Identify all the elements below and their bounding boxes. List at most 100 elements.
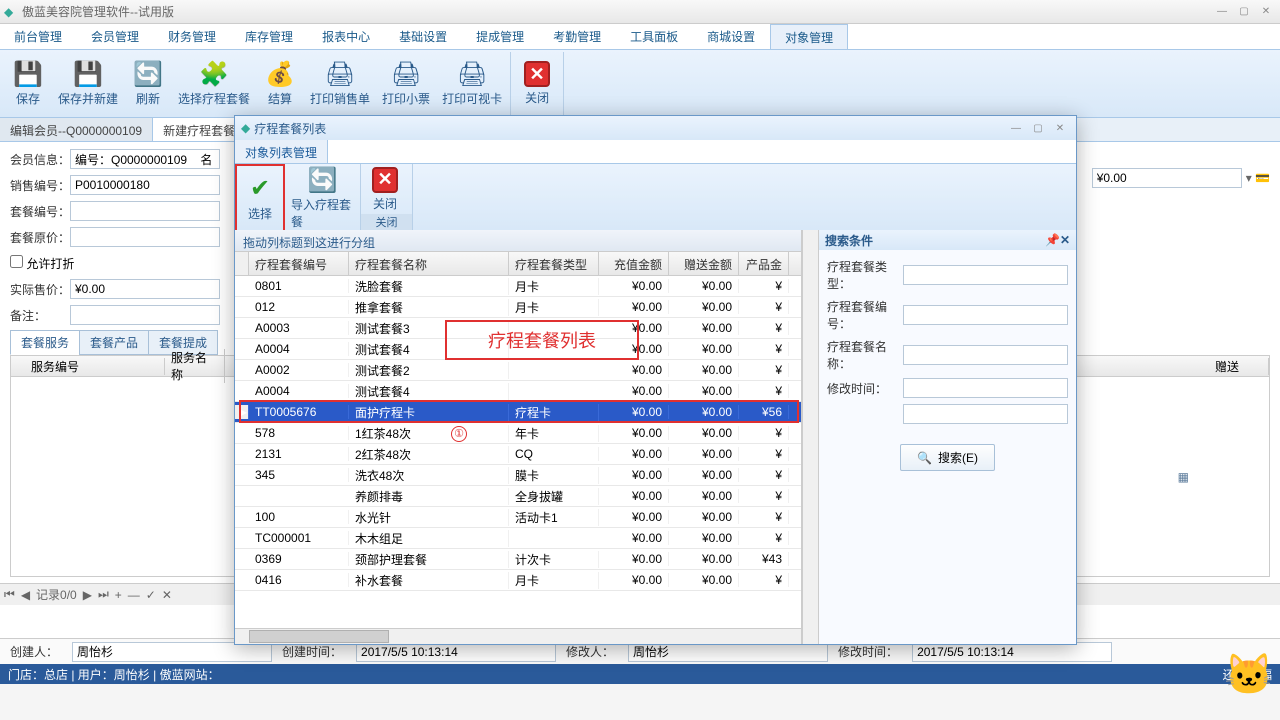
table-row[interactable]: ▸TT0005676面护疗程卡疗程卡¥0.00¥0.00¥56 xyxy=(235,402,801,423)
select-button[interactable]: ✔ 选择 xyxy=(235,164,285,232)
sale-no-field[interactable] xyxy=(70,175,220,195)
allow-discount-checkbox[interactable]: 允许打折 xyxy=(10,255,74,272)
tab-new-package[interactable]: 新建疗程套餐 xyxy=(153,118,246,141)
menu-8[interactable]: 工具面板 xyxy=(616,24,693,49)
table-row[interactable]: 0369颈部护理套餐计次卡¥0.00¥0.00¥43 xyxy=(235,549,801,570)
dialog-title: 疗程套餐列表 xyxy=(254,120,1006,137)
member-info-field[interactable] xyxy=(70,149,220,169)
sale-no-label: 销售编号： xyxy=(10,177,70,194)
table-row[interactable]: 养颜排毒全身拔罐¥0.00¥0.00¥ xyxy=(235,486,801,507)
dialog-icon: ◆ xyxy=(241,121,250,135)
toolbar-icon-5: 🖨 xyxy=(326,60,354,88)
menu-3[interactable]: 库存管理 xyxy=(231,24,308,49)
close-button[interactable]: ✕ 关闭 xyxy=(513,52,561,115)
col-package-type[interactable]: 疗程套餐类型 xyxy=(509,252,599,275)
search-no-input[interactable] xyxy=(903,305,1068,325)
toolbar-btn-4[interactable]: 💰结算 xyxy=(256,52,304,115)
package-no-field[interactable] xyxy=(70,201,220,221)
menu-2[interactable]: 财务管理 xyxy=(154,24,231,49)
toolbar-btn-0[interactable]: 💾保存 xyxy=(4,52,52,115)
annotation-circle-1: ① xyxy=(451,426,467,442)
tab-edit-member[interactable]: 编辑会员--Q0000000109 xyxy=(0,118,153,141)
table-row[interactable]: TC000001木木组足¥0.00¥0.00¥ xyxy=(235,528,801,549)
menu-4[interactable]: 报表中心 xyxy=(308,24,385,49)
dialog-close-icon[interactable]: ✕ xyxy=(1050,121,1070,135)
search-mtime-to[interactable] xyxy=(903,404,1068,424)
subtab-0[interactable]: 套餐服务 xyxy=(10,330,80,355)
nav-last-icon[interactable]: ⏭ xyxy=(98,587,109,602)
search-name-input[interactable] xyxy=(903,345,1068,365)
import-package-button[interactable]: 🔄 导入疗程套餐 xyxy=(285,164,360,232)
group-hint[interactable]: 拖动列标题到这进行分组 xyxy=(235,230,801,252)
search-type-combo[interactable] xyxy=(903,265,1068,285)
menu-7[interactable]: 考勤管理 xyxy=(539,24,616,49)
toolbar-btn-2[interactable]: 🔄刷新 xyxy=(124,52,172,115)
close-x-icon: ✕ xyxy=(372,167,398,193)
table-row[interactable]: 345洗衣48次膜卡¥0.00¥0.00¥ xyxy=(235,465,801,486)
maximize-icon[interactable]: ▢ xyxy=(1234,5,1254,19)
close-icon[interactable]: ✕ xyxy=(1256,5,1276,19)
col-package-no[interactable]: 疗程套餐编号 xyxy=(249,252,349,275)
table-row[interactable]: A0004测试套餐4¥0.00¥0.00¥ xyxy=(235,381,801,402)
search-mtime-from[interactable] xyxy=(903,378,1068,398)
toolbar-btn-3[interactable]: 🧩选择疗程套餐 xyxy=(172,52,256,115)
horizontal-scrollbar[interactable] xyxy=(235,628,801,644)
real-price-label: 实际售价： xyxy=(10,281,70,298)
toolbar-icon-0: 💾 xyxy=(14,60,42,88)
nav-prev-icon[interactable]: ◀ xyxy=(21,588,30,602)
dialog-toolbar-close-button[interactable]: ✕ 关闭 xyxy=(361,164,409,214)
table-row[interactable]: A0003测试套餐3¥0.00¥0.00¥ xyxy=(235,318,801,339)
menu-1[interactable]: 会员管理 xyxy=(77,24,154,49)
table-row[interactable]: 100水光针活动卡1¥0.00¥0.00¥ xyxy=(235,507,801,528)
table-row[interactable]: 0416补水套餐月卡¥0.00¥0.00¥ xyxy=(235,570,801,591)
minimize-icon[interactable]: — xyxy=(1212,5,1232,19)
right-amount-field: ▾ 💳 xyxy=(1092,168,1270,188)
vertical-scrollbar[interactable] xyxy=(802,230,818,644)
package-price-field[interactable] xyxy=(70,227,220,247)
search-panel-title: 搜索条件 xyxy=(825,232,1045,249)
search-close-icon[interactable]: ✕ xyxy=(1060,233,1070,247)
check-icon: ✔ xyxy=(246,175,274,203)
col-package-name[interactable]: 疗程套餐名称 xyxy=(349,252,509,275)
col-product-amount[interactable]: 产品金 xyxy=(739,252,789,275)
search-panel: 搜索条件📌 ✕ 疗程套餐类型： 疗程套餐编号： 疗程套餐名称： 修改时间： 🔍搜… xyxy=(818,230,1076,644)
search-icon: 🔍 xyxy=(917,451,932,465)
table-row[interactable]: A0004测试套餐4¥0.00¥0.00¥ xyxy=(235,339,801,360)
menu-6[interactable]: 提成管理 xyxy=(462,24,539,49)
remark-field[interactable] xyxy=(70,305,220,325)
titlebar: ◆ 傲蓝美容院管理软件--试用版 — ▢ ✕ xyxy=(0,0,1280,24)
menu-10[interactable]: 对象管理 xyxy=(770,24,848,49)
menu-5[interactable]: 基础设置 xyxy=(385,24,462,49)
table-row[interactable]: 0801洗脸套餐月卡¥0.00¥0.00¥ xyxy=(235,276,801,297)
search-button[interactable]: 🔍搜索(E) xyxy=(900,444,995,471)
table-row[interactable]: 5781红茶48次年卡¥0.00¥0.00¥ xyxy=(235,423,801,444)
toolbar-icon-6: 🖨 xyxy=(392,60,420,88)
col-recharge[interactable]: 充值金额 xyxy=(599,252,669,275)
col-gift[interactable]: 赠送 xyxy=(1209,358,1269,375)
package-grid: 拖动列标题到这进行分组 疗程套餐编号 疗程套餐名称 疗程套餐类型 充值金额 赠送… xyxy=(235,230,802,644)
grid-header: 疗程套餐编号 疗程套餐名称 疗程套餐类型 充值金额 赠送金额 产品金 xyxy=(235,252,801,276)
toolbar-btn-7[interactable]: 🖨打印可视卡 xyxy=(436,52,508,115)
menu-0[interactable]: 前台管理 xyxy=(0,24,77,49)
nav-next-icon[interactable]: ▶ xyxy=(83,588,92,602)
dialog-minimize-icon[interactable]: — xyxy=(1006,121,1026,135)
toolbar-btn-6[interactable]: 🖨打印小票 xyxy=(376,52,436,115)
toolbar-btn-1[interactable]: 💾保存并新建 xyxy=(52,52,124,115)
import-icon: 🔄 xyxy=(309,166,337,194)
nav-first-icon[interactable]: ⏮ xyxy=(4,587,15,602)
table-row[interactable]: A0002测试套餐2¥0.00¥0.00¥ xyxy=(235,360,801,381)
col-service-no[interactable]: 服务编号 xyxy=(25,358,165,375)
subtab-1[interactable]: 套餐产品 xyxy=(79,330,149,355)
pin-icon[interactable]: 📌 xyxy=(1045,233,1060,247)
table-row[interactable]: 012推拿套餐月卡¥0.00¥0.00¥ xyxy=(235,297,801,318)
dialog-tab-object-list[interactable]: 对象列表管理 xyxy=(235,140,328,163)
menu-9[interactable]: 商城设置 xyxy=(693,24,770,49)
col-service-name[interactable]: 服务名称 xyxy=(165,349,225,383)
col-gift-amount[interactable]: 赠送金额 xyxy=(669,252,739,275)
toolbar-icon-7: 🖨 xyxy=(458,60,486,88)
table-row[interactable]: 21312红茶48次CQ¥0.00¥0.00¥ xyxy=(235,444,801,465)
real-price-field[interactable] xyxy=(70,279,220,299)
toolbar-icon-4: 💰 xyxy=(266,60,294,88)
toolbar-btn-5[interactable]: 🖨打印销售单 xyxy=(304,52,376,115)
dialog-maximize-icon[interactable]: ▢ xyxy=(1028,121,1048,135)
